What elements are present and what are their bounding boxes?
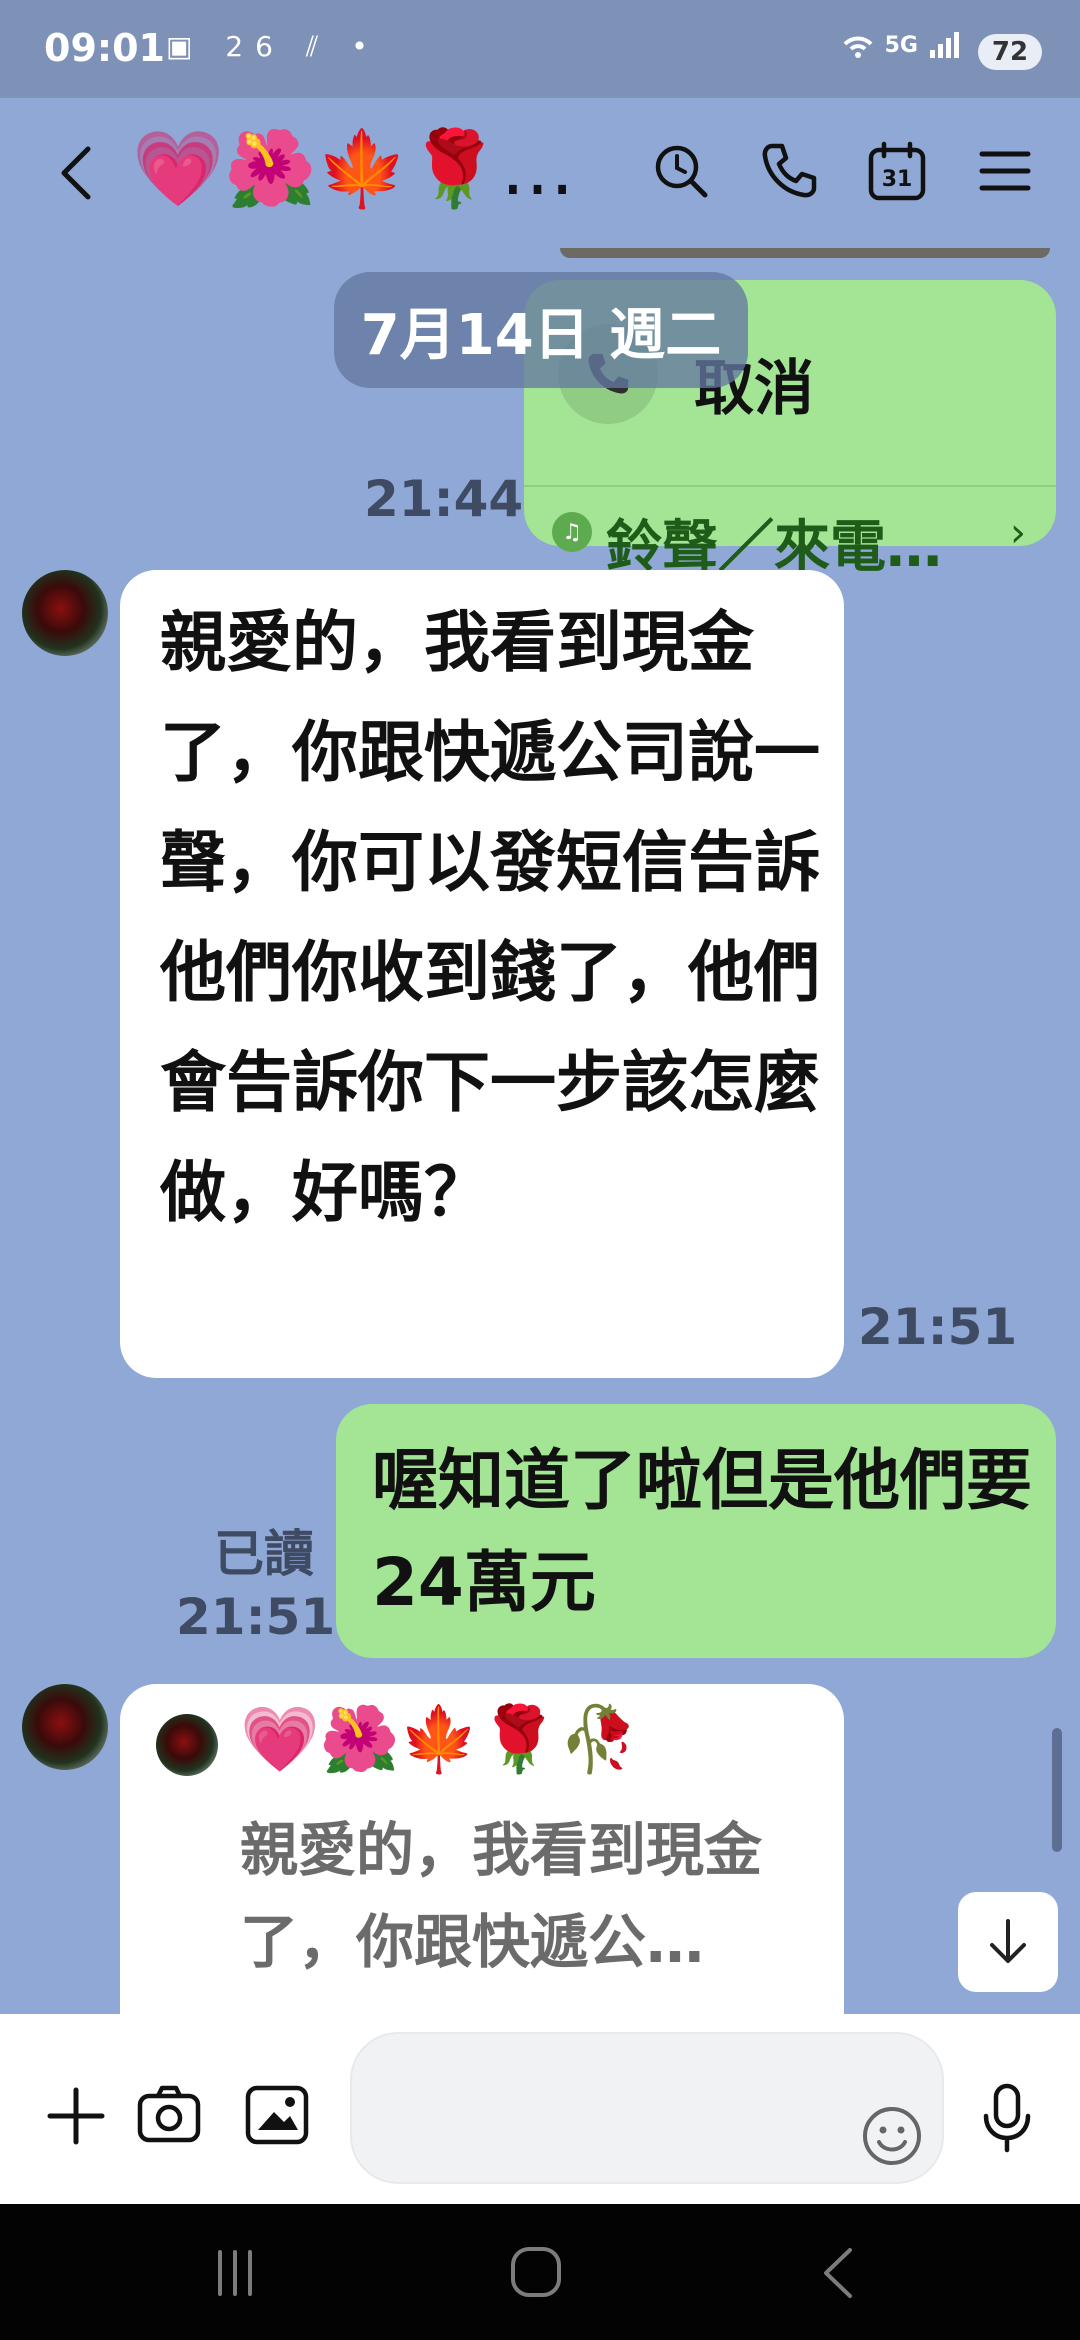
back-icon[interactable] xyxy=(818,2246,858,2300)
quoted-message-text: 親愛的，我看到現金了，你跟快遞公… xyxy=(240,1816,763,1976)
avatar[interactable] xyxy=(22,570,108,656)
system-navigation-bar xyxy=(0,2204,1080,2340)
status-time: 09:01 xyxy=(44,26,165,70)
avatar[interactable] xyxy=(22,1684,108,1770)
reply-avatar xyxy=(156,1714,218,1776)
emoji-icon[interactable] xyxy=(860,2104,924,2168)
scrollbar[interactable] xyxy=(1052,1728,1062,1852)
wifi-icon xyxy=(843,36,873,58)
divider xyxy=(524,485,1056,487)
input-bar xyxy=(0,2014,1080,2204)
date-separator: 7月14日 週二 xyxy=(334,272,748,388)
menu-icon[interactable] xyxy=(974,140,1036,202)
svg-text:31: 31 xyxy=(882,167,913,192)
reply-sender-name: 💗🌺🍁🌹🥀 xyxy=(240,1703,639,1777)
recent-apps-icon[interactable] xyxy=(210,2248,260,2298)
chat-title[interactable]: 💗🌺🍁🌹… xyxy=(132,126,575,213)
message-timestamp: 21:51 xyxy=(858,1298,1018,1356)
notification-icons: ▣ 26 ⫽ • xyxy=(166,30,380,63)
calendar-icon[interactable]: 31 xyxy=(866,140,928,202)
incoming-message-bubble[interactable]: 親愛的，我看到現金了，你跟快遞公司說一聲，你可以發短信告訴他們你收到錢了，他們會… xyxy=(120,570,844,1378)
reply-message-bubble[interactable]: 💗🌺🍁🌹🥀 親愛的，我看到現金了，你跟快遞公… xyxy=(120,1684,844,2014)
chat-header: 💗🌺🍁🌹… 31 xyxy=(0,98,1080,248)
status-bar: 09:01 ▣ 26 ⫽ • 5G 72 xyxy=(0,0,1080,98)
read-receipt: 已讀 xyxy=(214,1525,314,1583)
home-icon[interactable] xyxy=(508,2244,564,2300)
message-list[interactable]: 取消 ♫ 鈴聲／來電… › 7月14日 週二 21:44 親愛的，我看到現金了，… xyxy=(0,248,1080,2014)
signal-strength-icon xyxy=(930,32,959,58)
image-icon[interactable] xyxy=(244,2082,310,2148)
signal-indicators: 5G xyxy=(841,30,962,60)
chevron-right-icon[interactable]: › xyxy=(1010,510,1026,556)
battery-badge: 72 xyxy=(978,34,1042,70)
message-timestamp: 21:51 xyxy=(176,1588,336,1646)
phone-icon[interactable] xyxy=(758,140,820,202)
back-arrow-icon[interactable] xyxy=(52,143,102,203)
arrow-down-icon xyxy=(990,1919,1026,1963)
message-input[interactable] xyxy=(350,2032,944,2184)
music-note-icon: ♫ xyxy=(552,512,592,552)
microphone-icon[interactable] xyxy=(972,2082,1042,2154)
scroll-to-bottom-button[interactable] xyxy=(958,1892,1058,1992)
camera-icon[interactable] xyxy=(136,2082,202,2148)
search-icon[interactable] xyxy=(650,140,712,202)
message-text: 喔知道了啦但是他們要24萬元 xyxy=(372,1442,1032,1621)
outgoing-message-bubble[interactable]: 喔知道了啦但是他們要24萬元 xyxy=(336,1404,1056,1658)
message-timestamp: 21:44 xyxy=(364,470,524,528)
message-text: 親愛的，我看到現金了，你跟快遞公司說一聲，你可以發短信告訴他們你收到錢了，他們會… xyxy=(160,604,820,1231)
previous-image-message[interactable] xyxy=(560,248,1050,258)
plus-icon[interactable] xyxy=(44,2084,108,2148)
network-type: 5G xyxy=(884,32,918,58)
